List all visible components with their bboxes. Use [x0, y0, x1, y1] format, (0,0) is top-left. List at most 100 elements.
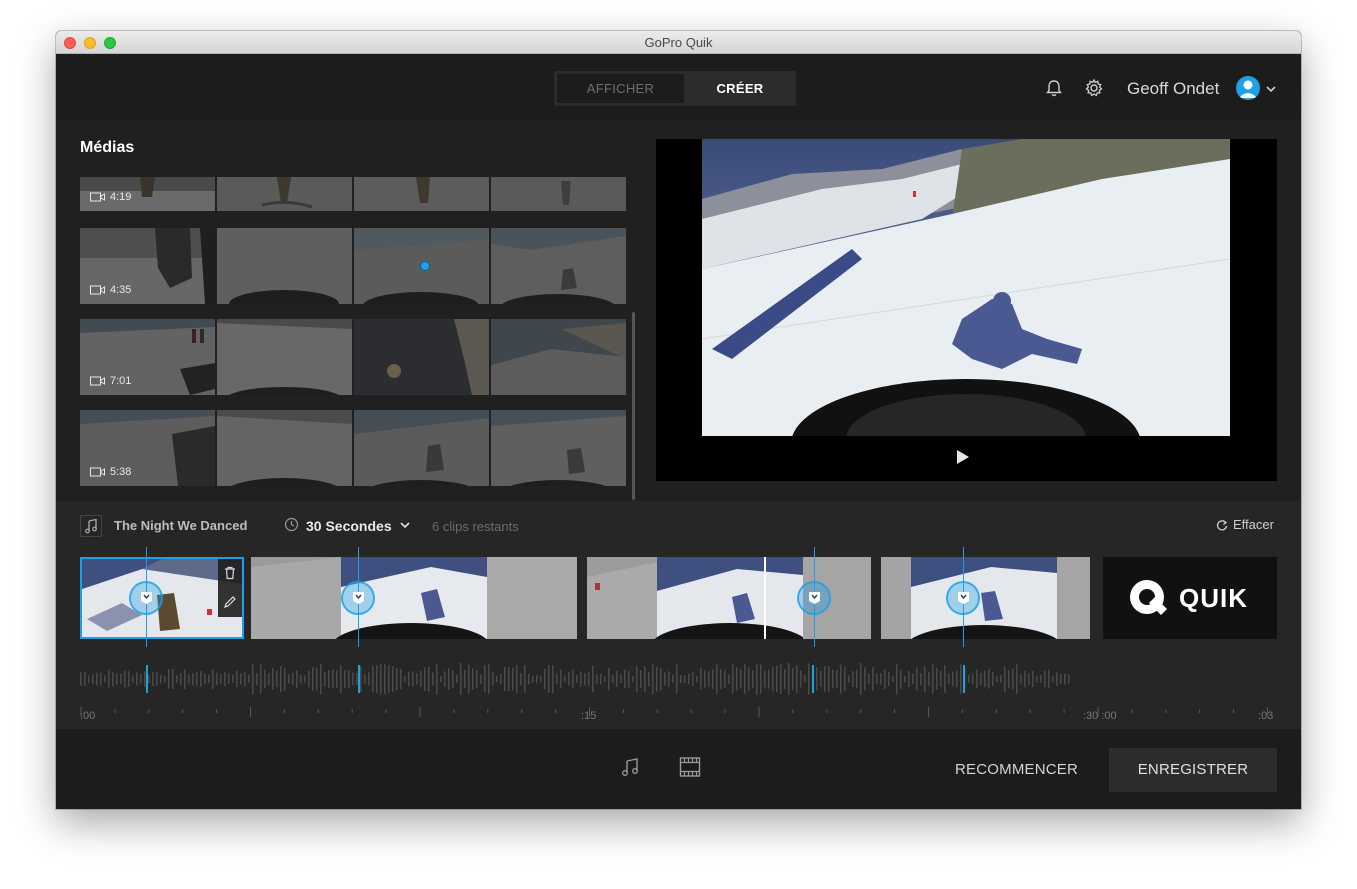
waveform-bar — [332, 669, 334, 689]
waveform-bar — [364, 674, 366, 684]
media-row[interactable]: 7:01 — [80, 319, 626, 395]
waveform-bar — [284, 667, 286, 691]
video-camera-icon — [90, 467, 105, 477]
bell-icon[interactable] — [1044, 78, 1064, 98]
waveform-bar — [116, 673, 118, 685]
media-thumbnail[interactable] — [354, 177, 489, 211]
beat-marker[interactable] — [341, 581, 375, 615]
waveform-bar — [488, 664, 490, 694]
media-scrollbar[interactable] — [632, 312, 635, 500]
waveform-bar — [580, 671, 582, 687]
timeline-clip[interactable] — [881, 557, 1090, 639]
audio-waveform[interactable] — [80, 659, 1080, 699]
timeline-clip[interactable] — [251, 557, 577, 639]
video-camera-icon — [90, 376, 105, 386]
waveform-bar — [532, 675, 534, 683]
ruler-label: :00 — [80, 710, 96, 722]
waveform-bar — [372, 666, 374, 692]
waveform-bar — [984, 670, 986, 688]
ruler-label: :15 — [581, 710, 597, 722]
media-thumbnail[interactable] — [491, 319, 626, 395]
gear-icon[interactable] — [1084, 78, 1104, 98]
media-thumbnail[interactable] — [354, 319, 489, 395]
selection-dot[interactable] — [420, 261, 430, 271]
ruler-label: :30 :00 — [1083, 710, 1117, 722]
restart-button[interactable]: RECOMMENCER — [955, 761, 1078, 778]
media-thumbnail[interactable] — [491, 177, 626, 211]
pencil-icon[interactable] — [223, 595, 237, 609]
waveform-bar — [296, 670, 298, 688]
waveform-bar — [152, 671, 154, 687]
waveform-bar — [920, 672, 922, 686]
beat-marker[interactable] — [946, 581, 980, 615]
waveform-bar — [552, 665, 554, 693]
waveform-bar — [912, 673, 914, 685]
waveform-bar — [1068, 674, 1070, 684]
waveform-bar — [780, 664, 782, 694]
waveform-bar — [724, 670, 726, 688]
clear-button[interactable]: Effacer — [1216, 517, 1274, 532]
video-preview[interactable] — [656, 139, 1277, 481]
beat-marker[interactable] — [797, 581, 831, 615]
waveform-bar — [848, 675, 850, 683]
waveform-bar — [980, 672, 982, 686]
film-strip-icon[interactable] — [679, 756, 701, 778]
waveform-bar — [136, 672, 138, 686]
avatar[interactable] — [1236, 76, 1260, 100]
duration-select[interactable]: 30 Secondes — [306, 518, 392, 534]
waveform-bar — [616, 670, 618, 688]
media-row[interactable]: 4:35 — [80, 228, 626, 304]
user-name[interactable]: Geoff Ondet — [1127, 79, 1219, 99]
beat-marker[interactable] — [129, 581, 163, 615]
waveform-bar — [948, 673, 950, 685]
waveform-bar — [244, 671, 246, 687]
media-thumbnail[interactable] — [354, 410, 489, 486]
waveform-bar — [224, 672, 226, 686]
waveform-bar — [564, 675, 566, 683]
waveform-bar — [612, 674, 614, 684]
music-note-icon[interactable] — [619, 756, 641, 778]
song-title[interactable]: The Night We Danced — [114, 518, 247, 533]
play-icon[interactable] — [956, 449, 970, 465]
waveform-bar — [144, 671, 146, 687]
waveform-bar — [368, 672, 370, 686]
save-button[interactable]: ENREGISTRER — [1109, 748, 1277, 792]
media-thumbnail[interactable] — [491, 410, 626, 486]
waveform-bar — [320, 663, 322, 695]
waveform-bar — [892, 675, 894, 683]
tab-creer[interactable]: CRÉER — [684, 71, 796, 106]
waveform-bar — [544, 669, 546, 689]
waveform-bar — [80, 672, 82, 686]
media-thumbnail[interactable] — [491, 228, 626, 304]
waveform-beat — [358, 665, 360, 693]
chevron-down-icon[interactable] — [1265, 84, 1277, 94]
clip-duration: 4:19 — [90, 191, 131, 203]
quik-outro-clip[interactable]: QUIK — [1103, 557, 1277, 639]
media-thumbnail[interactable] — [217, 228, 352, 304]
tab-afficher[interactable]: AFFICHER — [557, 74, 684, 103]
waveform-bar — [472, 668, 474, 690]
waveform-bar — [784, 668, 786, 690]
waveform-bar — [628, 670, 630, 688]
waveform-bar — [568, 672, 570, 686]
waveform-bar — [956, 670, 958, 688]
waveform-bar — [752, 670, 754, 688]
waveform-bar — [772, 666, 774, 692]
waveform-bar — [408, 671, 410, 687]
trash-icon[interactable] — [223, 566, 237, 580]
waveform-bar — [348, 670, 350, 688]
title-bar: GoPro Quik — [56, 31, 1301, 54]
music-icon[interactable] — [80, 515, 102, 537]
chevron-down-icon[interactable] — [400, 521, 410, 529]
media-thumbnail[interactable] — [217, 177, 352, 211]
media-thumbnail[interactable] — [217, 410, 352, 486]
waveform-bar — [756, 663, 758, 695]
waveform-bar — [664, 672, 666, 686]
media-row[interactable]: 4:19 — [80, 177, 626, 211]
waveform-bar — [1000, 675, 1002, 683]
flag-icon — [141, 592, 152, 604]
waveform-bar — [992, 671, 994, 687]
media-thumbnail[interactable] — [217, 319, 352, 395]
media-row[interactable]: 5:38 — [80, 410, 626, 486]
waveform-bar — [196, 672, 198, 686]
